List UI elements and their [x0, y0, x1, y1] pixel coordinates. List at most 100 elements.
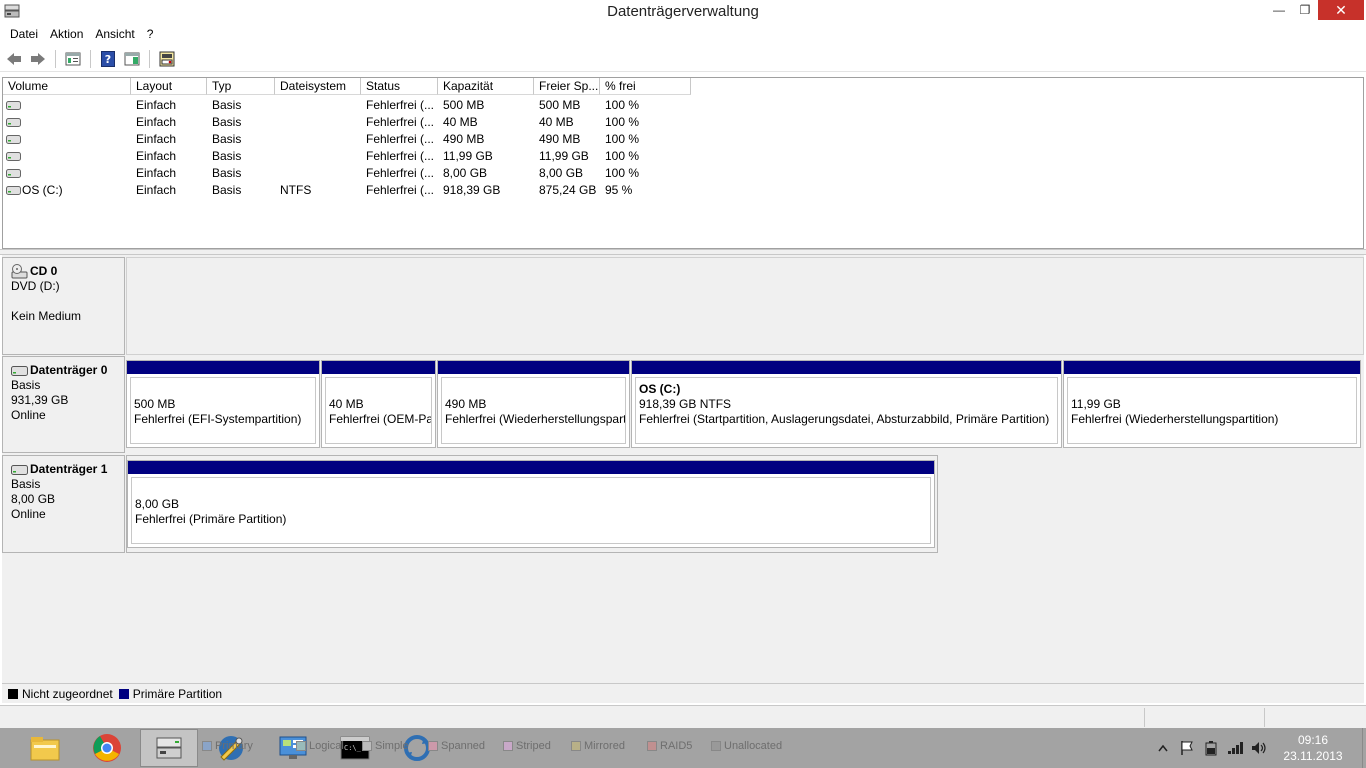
disk-management-icon[interactable]: [140, 729, 198, 767]
disk-area-disk1: 8,00 GB Fehlerfrei (Primäre Partition): [126, 455, 938, 553]
cell-status: Fehlerfrei (...: [366, 166, 435, 180]
partition-os-c[interactable]: OS (C:) 918,39 GB NTFS Fehlerfrei (Start…: [631, 360, 1062, 448]
col-header-kapazitaet[interactable]: Kapazität: [438, 78, 534, 95]
cell-prozent-frei: 100 %: [605, 149, 640, 163]
col-header-volume[interactable]: Volume: [3, 78, 131, 95]
table-row[interactable]: OS (C:) Einfach Basis NTFS Fehlerfrei (.…: [3, 182, 703, 199]
disk-state: Online: [11, 408, 46, 422]
network-signal-icon[interactable]: [1224, 728, 1248, 768]
disk-type: Basis: [11, 477, 41, 491]
title-bar: Datenträgerverwaltung — ❐ ✕: [0, 0, 1366, 24]
cell-kapazitaet: 11,99 GB: [443, 149, 493, 163]
partition-bar: [1064, 361, 1360, 374]
action-center-flag-icon[interactable]: [1176, 728, 1198, 768]
col-header-dateisystem[interactable]: Dateisystem: [275, 78, 361, 95]
table-row[interactable]: Einfach Basis Fehlerfrei (... 40 MB 40 M…: [3, 114, 703, 131]
ghost-text: RAID5: [660, 740, 693, 752]
cell-status: Fehlerfrei (...: [366, 132, 435, 146]
menu-ansicht[interactable]: Ansicht: [89, 24, 140, 44]
ghost-text: Unallocated: [724, 740, 783, 752]
taskbar-ghost-label: Striped: [503, 740, 551, 752]
table-row[interactable]: Einfach Basis Fehlerfrei (... 11,99 GB 1…: [3, 148, 703, 165]
battery-icon[interactable]: [1200, 728, 1222, 768]
partition-disk1-primary[interactable]: 8,00 GB Fehlerfrei (Primäre Partition): [127, 460, 935, 548]
console-view-icon[interactable]: [122, 49, 142, 69]
cell-volume: [19, 148, 131, 165]
cell-dateisystem: [275, 165, 361, 182]
cell-layout: Einfach: [136, 132, 177, 146]
taskbar-clock[interactable]: 09:16 23.11.2013: [1266, 732, 1360, 764]
disk-size: 931,39 GB: [11, 393, 69, 407]
disk-label-disk0[interactable]: Datenträger 0 Basis 931,39 GB Online: [2, 356, 125, 453]
forward-arrow-icon[interactable]: [28, 49, 48, 69]
properties-icon[interactable]: [63, 49, 83, 69]
partition-size: 11,99 GB: [1071, 397, 1121, 411]
close-button[interactable]: ✕: [1318, 0, 1364, 20]
cell-layout: Einfach: [136, 98, 177, 112]
toolbar: ?: [0, 46, 1366, 72]
minimize-button[interactable]: —: [1266, 0, 1292, 20]
table-row[interactable]: Einfach Basis Fehlerfrei (... 500 MB 500…: [3, 97, 703, 114]
partition-body: 11,99 GB Fehlerfrei (Wiederherstellungsp…: [1067, 377, 1357, 444]
legend-swatch: [118, 688, 129, 699]
cell-kapazitaet: 490 MB: [443, 132, 485, 146]
maximize-button[interactable]: ❐: [1292, 0, 1318, 20]
disk-settings-icon[interactable]: [157, 49, 177, 69]
svg-text:?: ?: [105, 53, 111, 66]
taskbar-ghost-label: Logical: [296, 740, 344, 752]
cd-media-status: Kein Medium: [11, 309, 82, 323]
table-row[interactable]: Einfach Basis Fehlerfrei (... 490 MB 490…: [3, 131, 703, 148]
col-header-layout[interactable]: Layout: [131, 78, 207, 95]
partition-body: 40 MB Fehlerfrei (OEM-Pa: [325, 377, 432, 444]
show-hidden-icons-icon[interactable]: [1154, 728, 1172, 768]
taskbar-ghost-label: RAID5: [647, 740, 692, 752]
partition-oem[interactable]: 40 MB Fehlerfrei (OEM-Pa: [321, 360, 436, 448]
table-row[interactable]: Einfach Basis Fehlerfrei (... 8,00 GB 8,…: [3, 165, 703, 182]
ghost-text: Primary: [215, 740, 253, 752]
legend-swatch: [8, 688, 18, 699]
disk-name-row: Datenträger 0: [11, 363, 116, 378]
disk-label-cd0[interactable]: CD 0 DVD (D:) Kein Medium: [2, 257, 125, 355]
file-explorer-icon[interactable]: [16, 729, 74, 767]
cell-prozent-frei: 95 %: [605, 183, 633, 197]
taskbar-ghost-label: Mirrored: [571, 740, 625, 752]
col-header-prozent-frei[interactable]: % frei: [600, 78, 691, 95]
cell-prozent-frei: 100 %: [605, 115, 640, 129]
disk-icon: [11, 365, 28, 376]
menu-help[interactable]: ?: [141, 24, 160, 44]
menu-aktion[interactable]: Aktion: [44, 24, 89, 44]
col-header-status[interactable]: Status: [361, 78, 438, 95]
volume-list: Volume Layout Typ Dateisystem Status Kap…: [2, 77, 1364, 249]
taskbar-ghost-label: Unallocated: [711, 740, 782, 752]
cell-kapazitaet: 40 MB: [443, 115, 478, 129]
chrome-icon[interactable]: [78, 729, 136, 767]
disk-area-cd0[interactable]: [126, 257, 1364, 355]
disk-label-disk1[interactable]: Datenträger 1 Basis 8,00 GB Online: [2, 455, 125, 553]
toolbar-separator: [149, 49, 150, 68]
back-arrow-icon[interactable]: [4, 49, 24, 69]
partition-recovery-1199[interactable]: 11,99 GB Fehlerfrei (Wiederherstellungsp…: [1063, 360, 1361, 448]
menu-datei[interactable]: Datei: [4, 24, 44, 44]
show-desktop-button[interactable]: [1362, 728, 1366, 768]
col-header-typ[interactable]: Typ: [207, 78, 275, 95]
disk-name: Datenträger 0: [30, 363, 108, 377]
cell-freier-speicher: 40 MB: [539, 115, 574, 129]
partition-efi[interactable]: 500 MB Fehlerfrei (EFI-Systempartition): [126, 360, 320, 448]
taskbar: C:\_ Primary Logical Simple Spanned Stri…: [0, 728, 1366, 768]
cell-dateisystem: NTFS: [280, 183, 312, 197]
ghost-text: Simple: [375, 740, 409, 752]
partition-body: OS (C:) 918,39 GB NTFS Fehlerfrei (Start…: [635, 377, 1058, 444]
disk-icon: [11, 464, 28, 475]
cell-typ: Basis: [212, 115, 242, 129]
taskbar-ghost-label: Simple: [362, 740, 409, 752]
col-header-freier-speicher[interactable]: Freier Sp...: [534, 78, 600, 95]
partition-status: Fehlerfrei (Startpartition, Auslagerungs…: [639, 412, 1050, 426]
partition-status: Fehlerfrei (Wiederherstellungspart: [445, 412, 626, 426]
help-icon[interactable]: ?: [98, 49, 118, 69]
svg-text:C:\_: C:\_: [344, 744, 362, 752]
disk-size: 8,00 GB: [11, 492, 56, 506]
partition-recovery-490[interactable]: 490 MB Fehlerfrei (Wiederherstellungspar…: [437, 360, 630, 448]
cell-dateisystem: [275, 148, 361, 165]
status-segment: [1144, 708, 1264, 727]
